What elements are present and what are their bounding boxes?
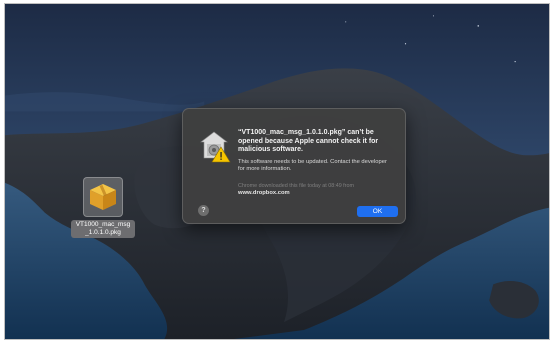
alert-message: This software needs to be updated. Conta…: [238, 159, 387, 173]
ok-button[interactable]: OK: [357, 206, 398, 217]
desktop-file-item[interactable]: VT1000_mac_msg_1.0.1.0.pkg: [69, 177, 137, 239]
help-button[interactable]: ?: [198, 205, 209, 216]
download-source: www.dropbox.com: [238, 190, 290, 196]
gatekeeper-warning-icon: [197, 129, 231, 163]
alert-title: “VT1000_mac_msg_1.0.1.0.pkg” can’t be op…: [238, 129, 379, 154]
package-icon: [83, 177, 123, 217]
gatekeeper-alert-dialog: “VT1000_mac_msg_1.0.1.0.pkg” can’t be op…: [182, 108, 406, 224]
screenshot-frame: VT1000_mac_msg_1.0.1.0.pkg “VT1000_mac_m…: [4, 3, 550, 340]
download-info: Chrome downloaded this file today at 08:…: [238, 183, 354, 189]
file-name-label: VT1000_mac_msg_1.0.1.0.pkg: [71, 220, 135, 238]
